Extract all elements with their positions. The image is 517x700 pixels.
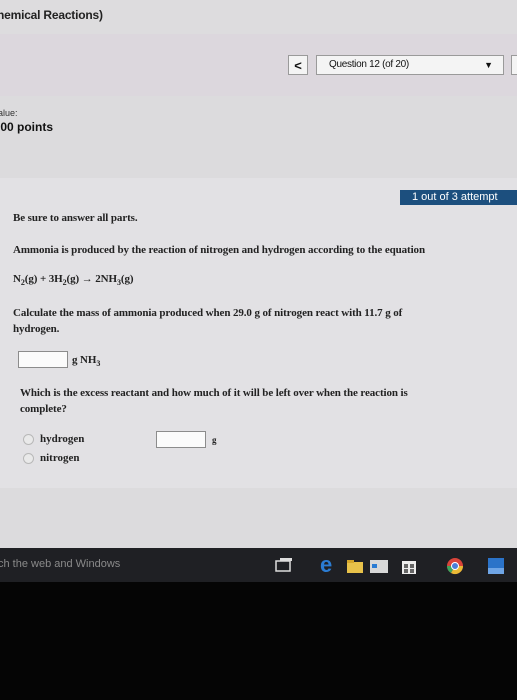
unit-label-g: g [212,435,217,445]
attempt-badge: 1 out of 3 attempt [400,190,517,205]
page-title: hemical Reactions) [0,8,103,22]
eq-part: N [13,273,21,285]
unit-sub: 3 [96,359,101,369]
question-select[interactable]: Question 12 (of 20) ▼ [316,55,504,75]
taskbar-search[interactable]: ch the web and Windows [0,558,120,570]
file-explorer-icon[interactable] [345,557,365,577]
chrome-icon[interactable] [445,556,465,576]
app-icon[interactable] [486,556,506,576]
mail-icon[interactable] [369,557,389,577]
calc-text-line2: hydrogen. [13,323,60,335]
option-label-hydrogen: hydrogen [40,433,85,445]
excess-amount-input[interactable] [156,431,206,448]
excess-text-line2: complete? [20,403,67,415]
unit-label-nh3: g NH3 [72,354,100,368]
intro-text: Ammonia is produced by the reaction of n… [13,244,425,256]
equation: N2(g) + 3H2(g) → 2NH3(g) [13,273,134,287]
svg-text:e: e [320,553,332,575]
excess-text-line1: Which is the excess reactant and how muc… [20,387,408,399]
value-points: .00 points [0,120,54,134]
radio-hydrogen[interactable] [23,434,34,445]
monitor-bezel [0,582,517,700]
radio-nitrogen[interactable] [23,453,34,464]
edge-icon[interactable]: e [318,553,340,575]
eq-part: (g) → 2NH [66,273,118,285]
prev-question-button[interactable]: < [288,55,308,75]
store-icon[interactable] [399,556,419,576]
eq-part: (g) + 3H [24,273,63,285]
header: hemical Reactions) [0,0,517,34]
ammonia-mass-input[interactable] [18,351,68,368]
eq-part: (g) [120,273,134,285]
question-select-label: Question 12 (of 20) [329,59,409,70]
unit-text: g NH [72,354,97,366]
value-label: alue: [0,108,18,118]
calc-text-line1: Calculate the mass of ammonia produced w… [13,307,403,319]
chevron-down-icon: ▼ [484,60,493,70]
option-label-nitrogen: nitrogen [40,452,80,464]
instruction-text: Be sure to answer all parts. [13,212,138,224]
next-question-button[interactable] [511,55,517,75]
task-view-icon[interactable] [274,556,294,576]
